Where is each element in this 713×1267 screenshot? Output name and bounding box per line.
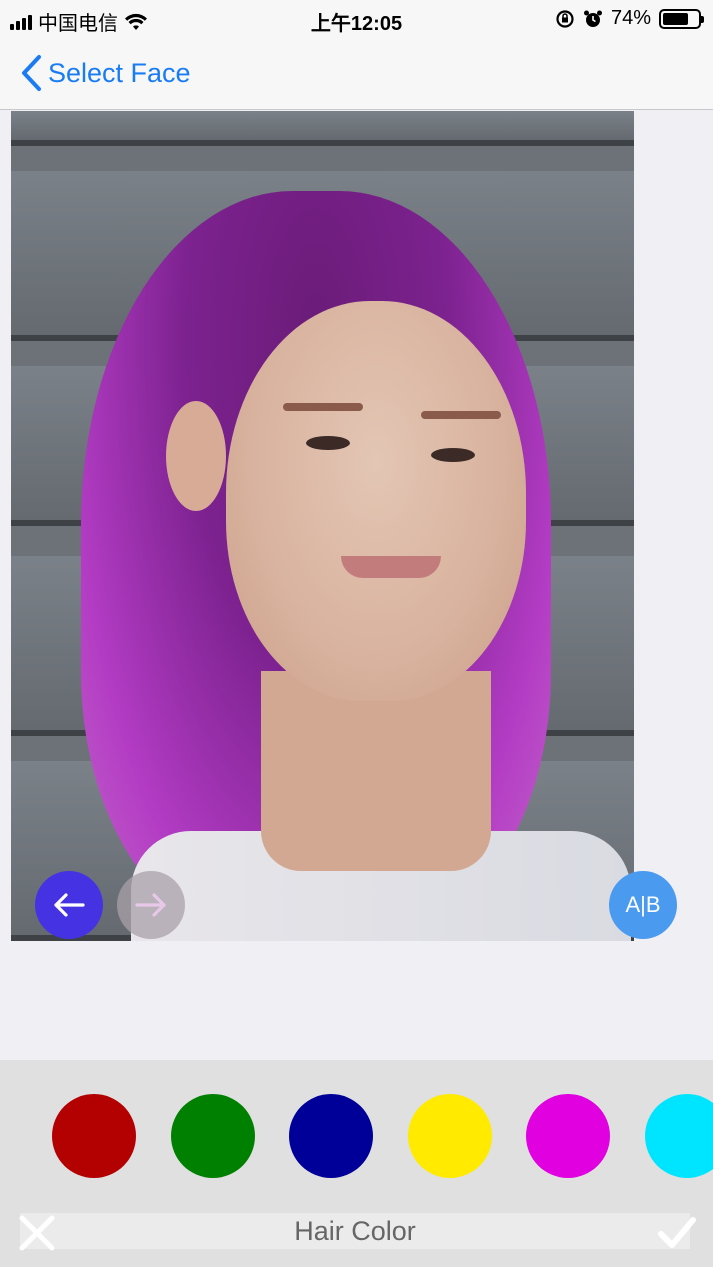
rotation-lock-icon [556,9,574,28]
left-eyebrow [283,403,363,411]
right-eye [431,448,475,462]
arrow-right-icon [135,893,166,917]
face [226,301,526,701]
battery-fill [663,12,689,25]
compare-ab-button[interactable]: A|B [609,871,677,939]
back-button[interactable]: Select Face [20,54,191,92]
nav-bar: Select Face [0,38,713,110]
color-swatch-green[interactable] [171,1094,255,1178]
mouth [341,556,441,578]
color-swatch-bar [0,1060,713,1210]
hair-color-label: Hair Color [20,1213,690,1249]
battery-icon [659,8,704,29]
right-eyebrow [421,411,501,419]
color-swatch-yellow[interactable] [408,1094,492,1178]
wood-plank [11,111,634,146]
color-swatch-blue[interactable] [289,1094,373,1178]
undo-button[interactable] [35,871,103,939]
left-eye [306,436,350,450]
neck [261,671,491,871]
ear [166,401,226,511]
color-swatch-magenta[interactable] [526,1094,610,1178]
checkmark-icon[interactable] [656,1212,698,1254]
arrow-left-icon [54,893,85,917]
color-swatch-cyan[interactable] [645,1094,713,1178]
battery-label: 74% [610,7,651,29]
bottom-bar: Hair Color [0,1210,713,1267]
close-icon[interactable] [16,1212,58,1254]
status-bar: 中国电信 上午12:05 74% [0,0,713,38]
chevron-left-icon [22,55,41,91]
back-button-label: Select Face [48,57,191,88]
status-right: 74% [555,7,704,30]
alarm-icon [583,10,602,27]
face-photo [11,111,634,941]
color-swatch-red[interactable] [52,1094,136,1178]
redo-button[interactable] [117,871,185,939]
